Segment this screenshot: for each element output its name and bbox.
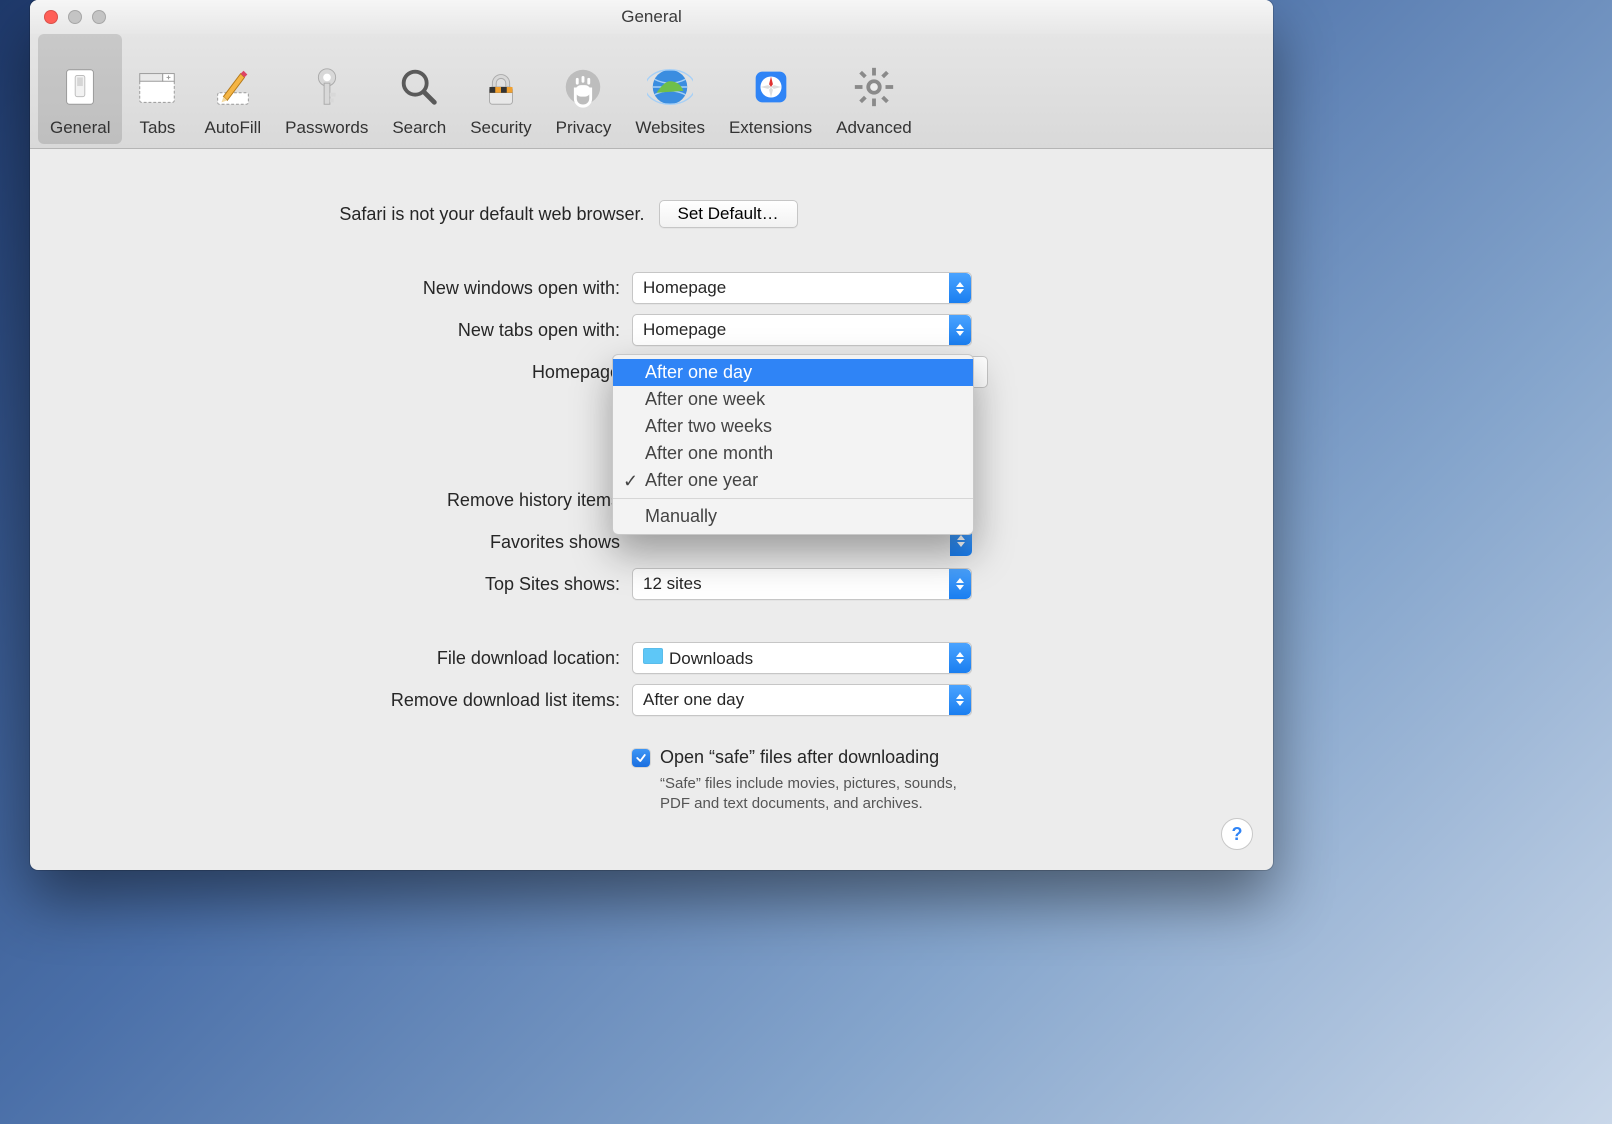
chevron-updown-icon (949, 569, 971, 599)
preferences-window: General General Tabs AutoFill (30, 0, 1273, 870)
websites-icon (647, 56, 693, 118)
tab-label: General (50, 118, 110, 138)
zoom-window-button[interactable] (92, 10, 106, 24)
window-controls (44, 10, 106, 24)
set-default-button[interactable]: Set Default… (659, 200, 798, 228)
tab-label: Tabs (140, 118, 176, 138)
tab-label: Advanced (836, 118, 912, 138)
popup-value: After one day (633, 690, 949, 710)
popup-value: Homepage (633, 278, 949, 298)
help-button[interactable]: ? (1221, 818, 1253, 850)
download-location-label: File download location: (437, 648, 620, 668)
menu-item[interactable]: Manually (613, 503, 973, 530)
tab-label: Passwords (285, 118, 368, 138)
default-browser-message: Safari is not your default web browser. (339, 204, 644, 224)
top-sites-popup[interactable]: 12 sites (632, 568, 972, 600)
new-windows-label: New windows open with: (423, 278, 620, 298)
remove-downloads-label: Remove download list items: (391, 690, 620, 710)
popup-value: Downloads (633, 648, 949, 669)
preferences-toolbar: General Tabs AutoFill Passwords (30, 34, 1273, 149)
menu-item[interactable]: After one month (613, 440, 973, 467)
titlebar: General (30, 0, 1273, 34)
search-icon (396, 56, 442, 118)
menu-item[interactable]: After one day (613, 359, 973, 386)
new-tabs-popup[interactable]: Homepage (632, 314, 972, 346)
minimize-window-button[interactable] (68, 10, 82, 24)
menu-item[interactable]: ✓After one year (613, 467, 973, 494)
open-safe-label: Open “safe” files after downloading (660, 747, 939, 768)
tab-autofill[interactable]: AutoFill (192, 34, 273, 144)
menu-separator (613, 498, 973, 499)
tab-label: AutoFill (204, 118, 261, 138)
checkmark-icon: ✓ (623, 471, 638, 492)
tab-passwords[interactable]: Passwords (273, 34, 380, 144)
close-window-button[interactable] (44, 10, 58, 24)
download-location-popup[interactable]: Downloads (632, 642, 972, 674)
tab-label: Websites (635, 118, 705, 138)
security-icon (478, 56, 524, 118)
chevron-updown-icon (949, 685, 971, 715)
extensions-icon (748, 56, 794, 118)
tab-tabs[interactable]: Tabs (122, 34, 192, 144)
remove-history-menu[interactable]: After one day After one week After two w… (612, 354, 974, 535)
menu-item[interactable]: After two weeks (613, 413, 973, 440)
remove-downloads-popup[interactable]: After one day (632, 684, 972, 716)
tabs-icon (134, 56, 180, 118)
open-safe-checkbox[interactable] (632, 749, 650, 767)
homepage-label: Homepage (532, 362, 620, 382)
tab-extensions[interactable]: Extensions (717, 34, 824, 144)
privacy-icon (560, 56, 606, 118)
new-windows-popup[interactable]: Homepage (632, 272, 972, 304)
new-tabs-label: New tabs open with: (458, 320, 620, 340)
passwords-icon (304, 56, 350, 118)
tab-label: Extensions (729, 118, 812, 138)
advanced-icon (851, 56, 897, 118)
general-icon (57, 56, 103, 118)
open-safe-help: “Safe” files include movies, pictures, s… (632, 774, 990, 813)
chevron-updown-icon (949, 643, 971, 673)
remove-history-label: Remove history items (447, 490, 620, 510)
tab-advanced[interactable]: Advanced (824, 34, 924, 144)
tab-label: Security (470, 118, 531, 138)
folder-icon (643, 648, 663, 664)
favorites-shows-label: Favorites shows (490, 532, 620, 552)
tab-label: Privacy (556, 118, 612, 138)
chevron-updown-icon (949, 273, 971, 303)
top-sites-label: Top Sites shows: (485, 574, 620, 594)
tab-general[interactable]: General (38, 34, 122, 144)
tab-search[interactable]: Search (380, 34, 458, 144)
tab-security[interactable]: Security (458, 34, 543, 144)
popup-value: 12 sites (633, 574, 949, 594)
autofill-icon (210, 56, 256, 118)
tab-privacy[interactable]: Privacy (544, 34, 624, 144)
popup-value: Homepage (633, 320, 949, 340)
tab-websites[interactable]: Websites (623, 34, 717, 144)
window-title: General (30, 0, 1273, 34)
menu-item[interactable]: After one week (613, 386, 973, 413)
tab-label: Search (392, 118, 446, 138)
chevron-updown-icon (949, 315, 971, 345)
